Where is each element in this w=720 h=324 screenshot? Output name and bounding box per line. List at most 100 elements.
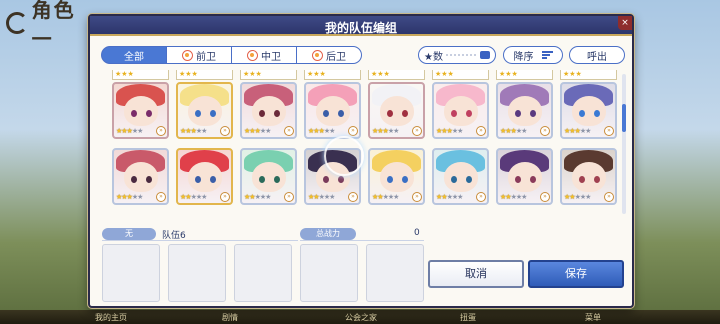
character-card[interactable]: ★★★★★ » — [560, 82, 617, 139]
team-tag: 无 — [102, 228, 156, 240]
star-rating: ★★★★★ — [564, 193, 591, 201]
position-back-icon — [312, 49, 323, 61]
character-card[interactable]: ★★★★★ » — [176, 148, 233, 205]
rank-icon: » — [540, 126, 550, 136]
dialog-title: 我的队伍编组 — [324, 21, 397, 35]
position-front-icon — [182, 49, 193, 61]
character-face — [380, 162, 414, 192]
bottom-menu-item: 剧情 — [222, 313, 238, 322]
team-slot[interactable] — [300, 244, 358, 302]
character-card[interactable]: ★★★★★ » — [368, 82, 425, 139]
character-card-partial[interactable]: ★★★ — [112, 70, 169, 80]
tab-all[interactable]: 全部 — [101, 46, 167, 64]
character-card[interactable]: ★★★★★ » — [368, 148, 425, 205]
eye — [195, 110, 201, 117]
character-card[interactable]: ★★★★★ » — [432, 148, 489, 205]
star-rating: ★★★★★ — [308, 193, 335, 201]
star-rating: ★★★★★ — [564, 127, 591, 135]
character-face — [572, 96, 606, 126]
character-card-partial[interactable]: ★★★ — [176, 70, 233, 80]
sort-by-star-button[interactable]: ★数 — [418, 46, 496, 64]
close-icon[interactable]: × — [618, 16, 632, 30]
total-power-label: 总战力 — [300, 228, 356, 240]
background-title-text: 角色一 — [31, 0, 76, 51]
eye — [131, 110, 137, 117]
character-card[interactable]: ★★★★★ » — [304, 82, 361, 139]
character-card[interactable]: ★★★★★ » — [496, 82, 553, 139]
character-card[interactable]: ★★★★★ » — [240, 148, 297, 205]
character-card[interactable]: ★★★★★ » — [176, 82, 233, 139]
tab-label: 后卫 — [326, 51, 346, 63]
star-rating: ★★★★★ — [500, 193, 527, 201]
rank-icon: » — [220, 192, 230, 202]
star-rating: ★★★★★ — [244, 127, 271, 135]
character-face — [188, 162, 222, 192]
background-bottom-menu: 我的主页 剧情 公会之家 扭蛋 菜单 — [0, 310, 720, 324]
divider — [102, 240, 298, 241]
team-slots — [102, 244, 424, 302]
character-card[interactable]: ★★★★★ » — [112, 82, 169, 139]
eye — [466, 110, 472, 117]
team-slot[interactable] — [234, 244, 292, 302]
character-face — [252, 162, 286, 192]
team-slot[interactable] — [102, 244, 160, 302]
star-rating: ★★★★★ — [116, 193, 143, 201]
character-card-partial[interactable]: ★★★ — [560, 70, 617, 80]
character-card[interactable]: ★★★★★ » — [432, 82, 489, 139]
eye — [323, 110, 329, 117]
rank-icon: » — [284, 126, 294, 136]
rank-icon: » — [412, 192, 422, 202]
character-face — [508, 162, 542, 192]
character-face — [124, 96, 158, 126]
team-slot[interactable] — [168, 244, 226, 302]
partial-row: ★★★ ★★★ ★★★ ★★★ ★★★ ★★★ ★★★ ★★★ — [112, 70, 617, 80]
save-button[interactable]: 保存 — [528, 260, 624, 288]
character-face — [444, 96, 478, 126]
tab-front[interactable]: 前卫 — [166, 46, 232, 64]
eye — [146, 176, 152, 183]
team-edit-dialog: 我的队伍编组 × 全部 前卫 中卫 后卫 ★数 降序 呼出 ★★★ ★★★ ★★… — [88, 14, 634, 308]
character-face — [252, 96, 286, 126]
background-screen-title: 角色一 — [6, 0, 96, 51]
tab-back[interactable]: 后卫 — [296, 46, 362, 64]
eye — [210, 176, 216, 183]
dialog-header: 我的队伍编组 × — [90, 16, 632, 36]
cancel-button[interactable]: 取消 — [428, 260, 524, 288]
character-card-partial[interactable]: ★★★ — [432, 70, 489, 80]
bottom-menu-item: 扭蛋 — [460, 313, 476, 322]
character-card-partial[interactable]: ★★★ — [304, 70, 361, 80]
eye — [274, 110, 280, 117]
star-rating: ★★★★★ — [372, 127, 399, 135]
character-card[interactable]: ★★★★★ » — [496, 148, 553, 205]
bottom-menu-item: 菜单 — [585, 313, 601, 322]
total-power-value: 0 — [414, 228, 420, 238]
character-card[interactable]: ★★★★★ » — [560, 148, 617, 205]
eye — [274, 176, 280, 183]
character-card-partial[interactable]: ★★★ — [496, 70, 553, 80]
tab-label: 全部 — [124, 51, 144, 63]
star-rating: ★★★★★ — [308, 127, 335, 135]
sort-divider — [445, 54, 477, 56]
sort-order-button[interactable]: 降序 — [503, 46, 563, 64]
character-card-partial[interactable]: ★★★ — [240, 70, 297, 80]
rank-icon: » — [156, 192, 166, 202]
rank-icon: » — [476, 192, 486, 202]
eye — [594, 110, 600, 117]
star-rating: ★★★★★ — [500, 127, 527, 135]
character-row: ★★★★★» ★★★★★» ★★★★★» ★★★★★» ★★★★★» ★★★★★» ★★★★… — [112, 148, 617, 205]
grid-scrollbar[interactable] — [622, 74, 626, 214]
star-rating: ★★★★★ — [180, 193, 207, 201]
character-card-partial[interactable]: ★★★ — [368, 70, 425, 80]
tab-middle[interactable]: 中卫 — [231, 46, 297, 64]
eye — [131, 176, 137, 183]
rank-icon: » — [604, 192, 614, 202]
character-card[interactable]: ★★★★★ » — [240, 82, 297, 139]
character-card[interactable]: ★★★★★ » — [112, 148, 169, 205]
star-rating: ★★★★★ — [372, 193, 399, 201]
team-slot[interactable] — [366, 244, 424, 302]
eye — [338, 176, 344, 183]
star-rating: ★★★★★ — [244, 193, 271, 201]
scroll-thumb[interactable] — [622, 104, 626, 132]
callout-button[interactable]: 呼出 — [569, 46, 625, 64]
tab-label: 中卫 — [261, 51, 281, 63]
